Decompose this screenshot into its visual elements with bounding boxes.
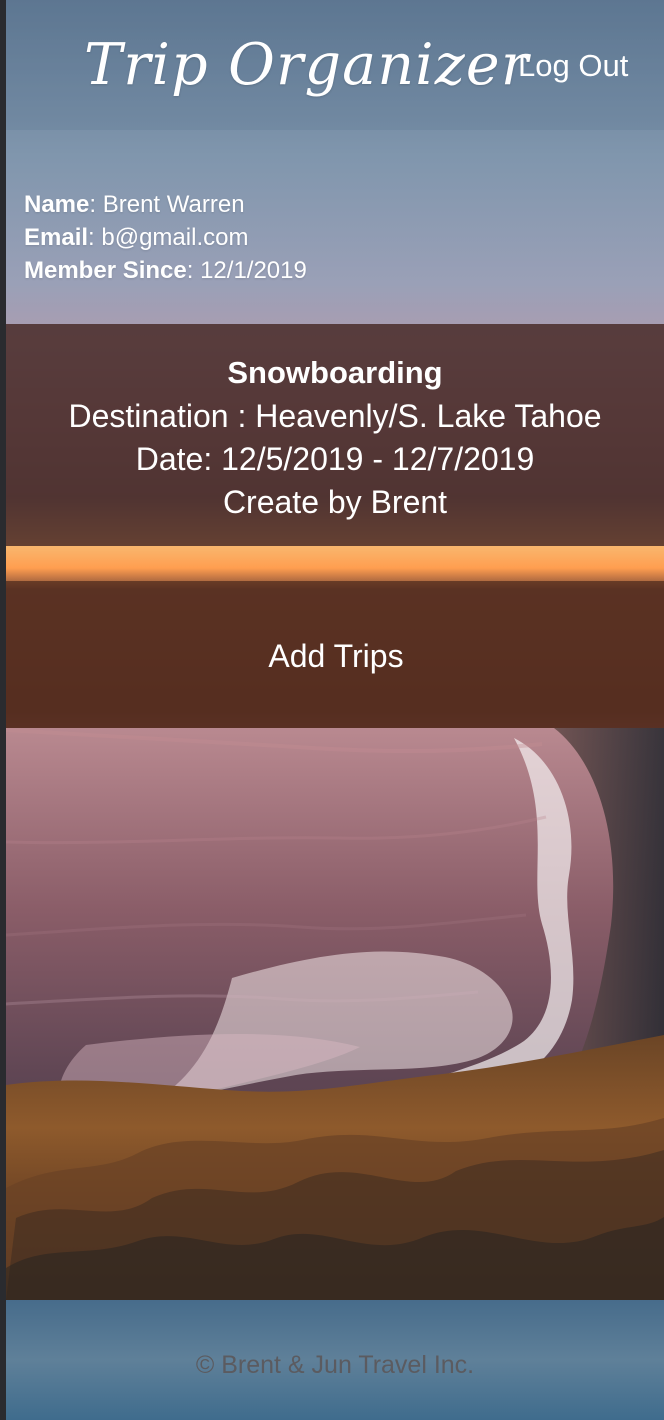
- trip-destination: Destination : Heavenly/S. Lake Tahoe: [68, 398, 602, 434]
- logout-button[interactable]: Log Out: [518, 44, 648, 88]
- profile-email-row: Email: b@gmail.com: [24, 221, 384, 254]
- trip-creator: Create by Brent: [222, 484, 448, 520]
- profile-email-value: b@gmail.com: [101, 224, 249, 251]
- footer-copyright: © Brent & Jun Travel Inc.: [195, 1351, 475, 1379]
- add-trips-panel: Add Trips: [6, 581, 664, 728]
- app-header: Trip Organizer Log Out: [6, 0, 664, 130]
- profile-name-separator: :: [89, 191, 103, 218]
- profile-member-since-separator: :: [186, 257, 201, 284]
- trip-title: Snowboarding: [227, 355, 443, 390]
- profile-name-label: Name: [24, 191, 90, 218]
- profile-member-since-row: Member Since: 12/1/2019: [24, 254, 384, 287]
- trip-organizer-page: Trip Organizer Log Out Name: Brent Warre…: [0, 0, 664, 1420]
- trip-date: Date: 12/5/2019 - 12/7/2019: [135, 441, 535, 477]
- profile-email-separator: :: [88, 224, 102, 251]
- profile-name-value: Brent Warren: [102, 191, 245, 218]
- profile-member-since-label: Member Since: [24, 257, 187, 284]
- profile-member-since-value: 12/1/2019: [200, 257, 307, 284]
- page-footer: © Brent & Jun Travel Inc.: [6, 1300, 664, 1420]
- left-window-edge: [0, 0, 6, 1420]
- app-title: Trip Organizer: [84, 32, 530, 98]
- profile-name-row: Name: Brent Warren: [24, 188, 384, 221]
- profile-email-label: Email: [24, 224, 89, 251]
- trip-card[interactable]: Snowboarding Destination : Heavenly/S. L…: [6, 324, 664, 546]
- add-trips-button[interactable]: Add Trips: [246, 635, 426, 677]
- user-profile: Name: Brent Warren Email: b@gmail.com Me…: [24, 188, 384, 287]
